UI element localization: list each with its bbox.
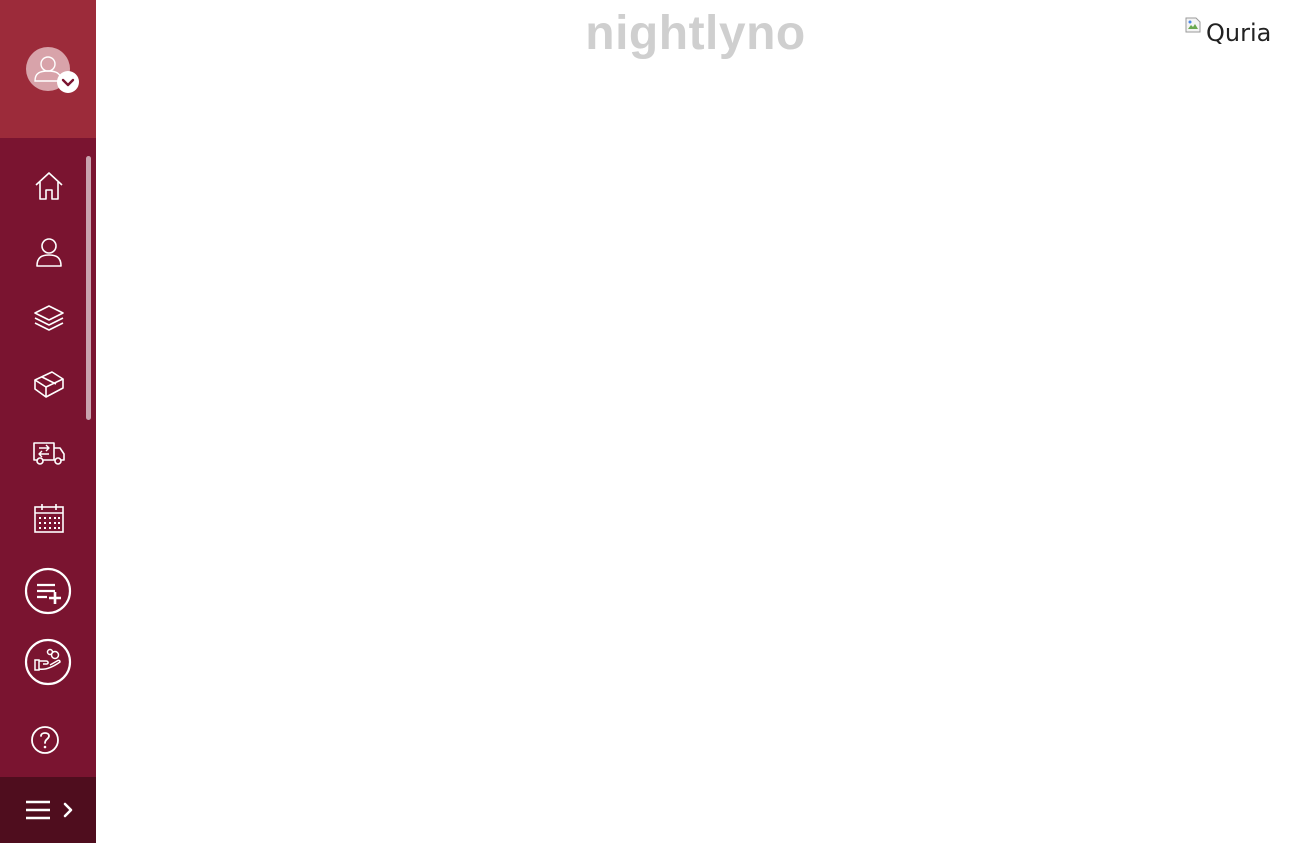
add-list-button[interactable] — [24, 567, 72, 615]
logo[interactable]: Quria — [1185, 17, 1271, 49]
add-list-icon — [24, 567, 72, 615]
menu-expand-button[interactable] — [20, 793, 82, 827]
layers-icon — [34, 305, 64, 331]
menu-expand-icon — [26, 800, 73, 820]
giving-hand-icon — [24, 638, 72, 686]
nav-calendar[interactable] — [24, 496, 74, 540]
nav-delivery[interactable] — [24, 430, 74, 474]
help-button[interactable] — [20, 718, 70, 762]
chevron-down-icon[interactable] — [57, 71, 79, 93]
broken-image-icon — [1185, 17, 1201, 33]
nav-box[interactable] — [24, 362, 74, 406]
home-icon — [35, 172, 63, 200]
giving-hand-button[interactable] — [24, 638, 72, 686]
nav-home[interactable] — [24, 164, 74, 208]
help-icon — [31, 726, 59, 754]
nav-layers[interactable] — [24, 296, 74, 340]
sidebar-scrollbar[interactable] — [86, 156, 91, 420]
delivery-van-icon — [33, 442, 65, 465]
sidebar — [0, 0, 96, 843]
calendar-icon — [34, 504, 64, 533]
nav-user[interactable] — [24, 230, 74, 274]
user-icon — [36, 238, 62, 267]
box-icon — [34, 371, 64, 398]
logo-alt-text: Quria — [1206, 19, 1272, 47]
brand-title: nightlyno — [585, 7, 806, 60]
